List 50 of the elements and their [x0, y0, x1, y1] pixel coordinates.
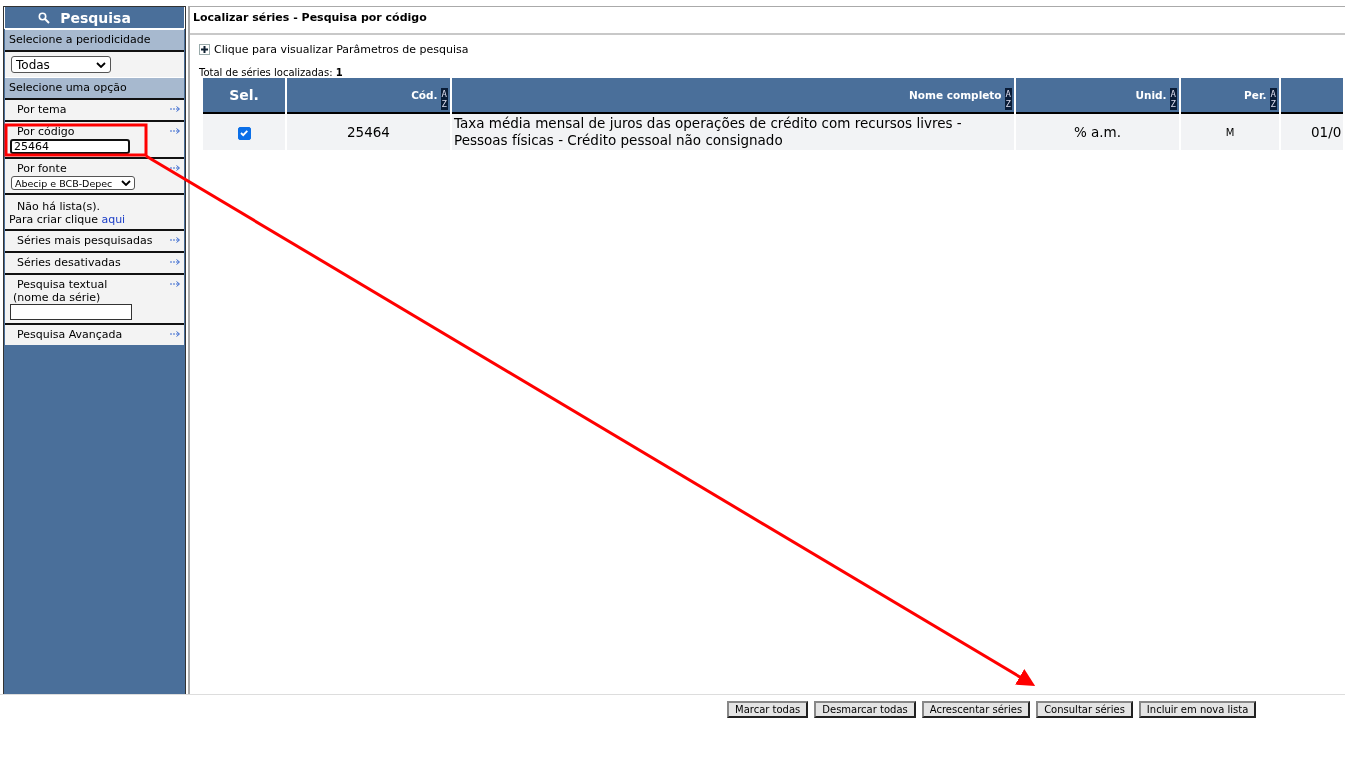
chevron-icon: [121, 180, 131, 186]
option-hint: (nome da série): [12, 292, 102, 304]
create-list-link[interactable]: aqui: [101, 213, 126, 226]
input-field[interactable]: [10, 304, 132, 320]
total-label: Total de séries localizadas:: [199, 67, 333, 78]
arrow-icon: [169, 236, 181, 244]
table-cell: % a.m.: [1016, 114, 1179, 150]
no-lists-text: Não há lista(s).: [16, 200, 102, 213]
arrow-icon: [169, 258, 181, 266]
search-option-link[interactable]: Por fonte: [9, 162, 67, 176]
search-option-link[interactable]: Por código: [9, 125, 75, 139]
page-title: Localizar séries - Pesquisa por código: [190, 7, 1345, 35]
section-header: Selecione uma opção: [5, 77, 184, 98]
create-list-text: Para criar clique: [9, 213, 98, 226]
arrow-icon: [169, 105, 181, 113]
search-icon: [38, 11, 51, 24]
total-count: 1: [335, 67, 343, 78]
input-field[interactable]: 25464: [10, 139, 130, 154]
row-checkbox[interactable]: [237, 126, 251, 140]
column-header[interactable]: Cód. AZ: [287, 78, 450, 114]
sort-icon[interactable]: AZ: [1004, 88, 1012, 110]
table-cell: 01/0: [1281, 114, 1344, 150]
parameters-toggle[interactable]: Clique para visualizar Parâmetros de pesquisa: [214, 43, 469, 56]
arrow-icon: [169, 330, 181, 338]
arrow-icon: [169, 164, 181, 172]
section-header: Selecione a periodicidade: [5, 29, 184, 50]
column-header[interactable]: Nome completo AZ: [452, 78, 1014, 114]
source-dropdown[interactable]: Abecip e BCB-Depec: [11, 176, 135, 190]
table-cell: M: [1181, 114, 1279, 150]
table-cell: 25464: [287, 114, 450, 150]
action-button[interactable]: Incluir em nova lista: [1138, 701, 1257, 718]
search-option-link[interactable]: Pesquisa textual: [9, 278, 108, 292]
chevron-icon: [96, 61, 106, 68]
action-button[interactable]: Desmarcar todas: [814, 701, 916, 718]
column-header[interactable]: Unid. AZ: [1016, 78, 1179, 114]
expand-icon[interactable]: [199, 44, 210, 55]
sort-icon[interactable]: AZ: [1169, 88, 1177, 110]
arrow-icon: [169, 127, 181, 135]
action-button[interactable]: Consultar séries: [1036, 701, 1133, 718]
column-header: Sel.: [203, 78, 285, 114]
sort-icon[interactable]: AZ: [440, 88, 448, 110]
action-button[interactable]: Acrescentar séries: [921, 701, 1031, 718]
sort-icon[interactable]: AZ: [1269, 88, 1277, 110]
table-cell: Taxa média mensal de juros das operações de crédito com recursos livres - Pessoas físicas - Crédito pessoal não consignado: [452, 114, 1014, 150]
column-header: [1281, 78, 1344, 114]
periodicity-dropdown[interactable]: Todas: [11, 56, 111, 73]
arrow-icon: [169, 280, 181, 288]
column-header[interactable]: Per. AZ: [1181, 78, 1279, 114]
sidebar-title: Pesquisa: [4, 7, 185, 29]
action-button[interactable]: Marcar todas: [727, 701, 809, 718]
